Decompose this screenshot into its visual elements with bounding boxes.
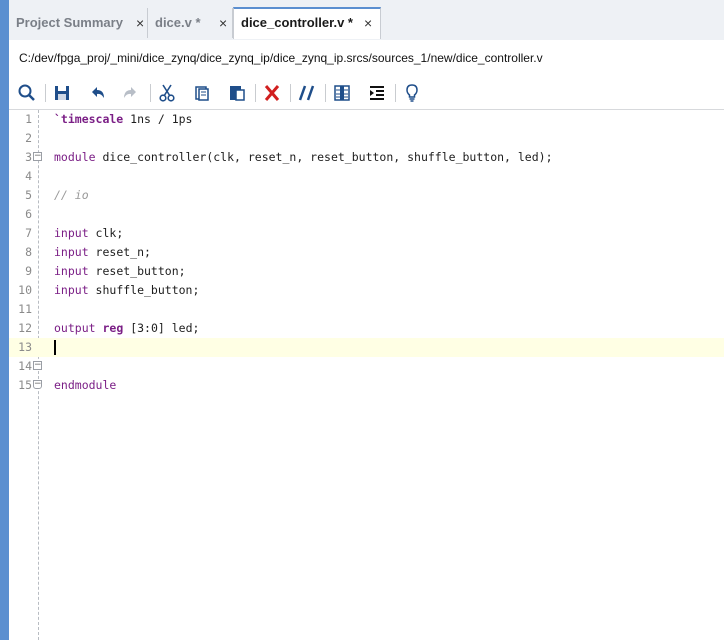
code-comment: // io xyxy=(54,188,89,202)
toolbar-separator xyxy=(45,84,46,102)
editor-toolbar xyxy=(9,76,724,110)
line-number: 10 xyxy=(18,283,32,297)
tab-bar: Project Summary × dice.v * × dice_contro… xyxy=(9,0,724,40)
tab-dice-controller-v[interactable]: dice_controller.v * × xyxy=(233,7,381,39)
indent-icon[interactable] xyxy=(365,81,389,105)
code-line: 10 input shuffle_button; xyxy=(9,281,724,300)
keyword: `timescale xyxy=(54,112,124,126)
line-number: 3 xyxy=(25,150,32,164)
line-number: 13 xyxy=(18,340,32,354)
close-icon[interactable]: × xyxy=(364,9,372,37)
undo-icon[interactable] xyxy=(85,81,109,105)
line-number: 12 xyxy=(18,321,32,335)
code-text: input reset_n; xyxy=(54,243,151,262)
line-number: 1 xyxy=(25,112,32,126)
toolbar-separator xyxy=(255,84,256,102)
fold-collapse-icon[interactable]: − xyxy=(33,152,42,161)
line-number: 15 xyxy=(18,378,32,392)
close-icon[interactable]: × xyxy=(219,8,227,38)
keyword: endmodule xyxy=(54,378,117,392)
code-line: 14 − xyxy=(9,357,724,376)
line-number: 14 xyxy=(18,359,32,373)
tab-label: dice_controller.v * xyxy=(241,15,353,30)
code-rest: reset_n; xyxy=(88,245,151,259)
code-text: `timescale 1ns / 1ps xyxy=(54,110,193,129)
code-line: 6 xyxy=(9,205,724,224)
code-editor[interactable]: 1 `timescale 1ns / 1ps 2 3 − module dice… xyxy=(9,110,724,640)
fold-collapse-icon[interactable]: − xyxy=(33,361,42,370)
code-rest: dice_controller(clk, reset_n, reset_butt… xyxy=(95,150,553,164)
code-line: 7 input clk; xyxy=(9,224,724,243)
keyword: reg xyxy=(102,321,124,335)
keyword: input xyxy=(54,264,89,278)
tab-dice-v[interactable]: dice.v * × xyxy=(148,8,233,38)
toolbar-separator xyxy=(290,84,291,102)
toolbar-separator xyxy=(395,84,396,102)
left-accent-bar xyxy=(0,0,9,640)
lightbulb-icon[interactable] xyxy=(400,81,424,105)
search-icon[interactable] xyxy=(15,81,39,105)
copy-icon[interactable] xyxy=(190,81,214,105)
toolbar-separator xyxy=(150,84,151,102)
keyword: input xyxy=(54,245,89,259)
tab-project-summary[interactable]: Project Summary × xyxy=(9,8,148,38)
code-line: 1 `timescale 1ns / 1ps xyxy=(9,110,724,129)
comment-icon[interactable] xyxy=(295,81,319,105)
code-line: 12 output reg [3:0] led; xyxy=(9,319,724,338)
code-line: 4 xyxy=(9,167,724,186)
code-text: input shuffle_button; xyxy=(54,281,199,300)
code-rest: clk; xyxy=(88,226,124,240)
code-line: 2 xyxy=(9,129,724,148)
keyword: input xyxy=(54,226,89,240)
line-number: 8 xyxy=(25,245,32,259)
keyword: input xyxy=(54,283,89,297)
code-text: input clk; xyxy=(54,224,123,243)
line-number: 9 xyxy=(25,264,32,278)
text-cursor xyxy=(54,340,56,355)
line-number: 7 xyxy=(25,226,32,240)
code-line: 8 input reset_n; xyxy=(9,243,724,262)
keyword: output xyxy=(54,321,96,335)
line-number: 6 xyxy=(25,207,32,221)
save-icon[interactable] xyxy=(50,81,74,105)
toolbar-separator xyxy=(325,84,326,102)
code-line: 3 − module dice_controller(clk, reset_n,… xyxy=(9,148,724,167)
file-path: C:/dev/fpga_proj/_mini/dice_zynq/dice_zy… xyxy=(9,40,724,76)
line-number: 4 xyxy=(25,169,32,183)
keyword: module xyxy=(54,150,96,164)
block-icon[interactable] xyxy=(330,81,354,105)
code-rest: shuffle_button; xyxy=(88,283,200,297)
code-rest: reset_button; xyxy=(88,264,186,278)
tab-label: dice.v * xyxy=(155,15,201,30)
line-number: 5 xyxy=(25,188,32,202)
code-text: module dice_controller(clk, reset_n, res… xyxy=(54,148,553,167)
code-text: input reset_button; xyxy=(54,262,186,281)
tab-label: Project Summary xyxy=(16,15,123,30)
code-line: 5 // io xyxy=(9,186,724,205)
fold-end-icon: − xyxy=(33,379,42,389)
code-text: endmodule xyxy=(54,376,116,395)
cut-icon[interactable] xyxy=(155,81,179,105)
code-rest: [3:0] led; xyxy=(123,321,200,335)
code-rest: 1ns / 1ps xyxy=(123,112,193,126)
code-line: 9 input reset_button; xyxy=(9,262,724,281)
delete-icon[interactable] xyxy=(260,81,284,105)
code-line-current: 13 xyxy=(9,338,724,357)
code-line: 15 − endmodule xyxy=(9,376,724,395)
redo-icon[interactable] xyxy=(119,81,143,105)
close-icon[interactable]: × xyxy=(136,8,144,38)
code-line: 11 xyxy=(9,300,724,319)
code-text: output reg [3:0] led; xyxy=(54,319,199,338)
paste-icon[interactable] xyxy=(225,81,249,105)
line-number: 11 xyxy=(18,302,32,316)
line-number: 2 xyxy=(25,131,32,145)
